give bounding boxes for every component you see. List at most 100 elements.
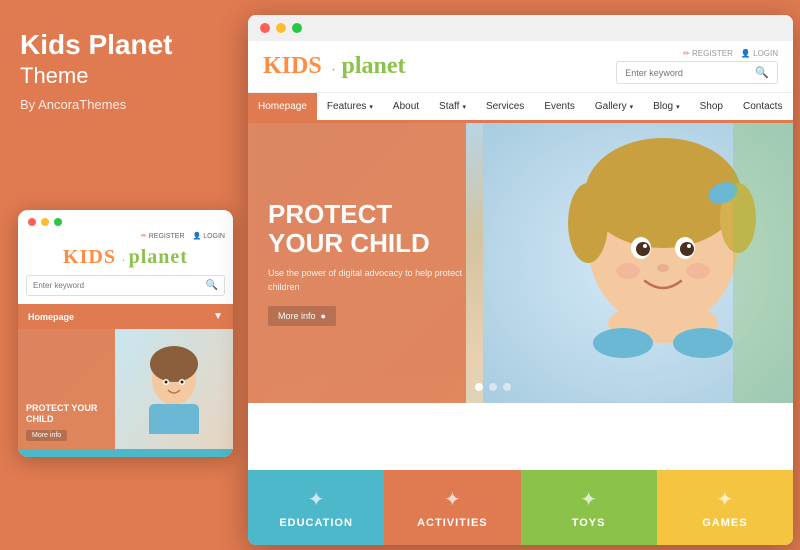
hero-dot-1[interactable] <box>475 383 483 391</box>
mobile-nav[interactable]: Homepage ▼ <box>18 304 233 329</box>
desktop-header-right: ✏ REGISTER 👤 LOGIN 🔍 <box>616 49 778 84</box>
nav-label-about: About <box>393 101 419 112</box>
nav-label-services: Services <box>486 101 524 112</box>
nav-item-features[interactable]: Features ▾ <box>317 93 383 120</box>
nav-label-blog: Blog <box>653 101 673 112</box>
dot-red <box>28 218 36 226</box>
brand-subtitle: Theme <box>20 63 230 89</box>
category-strip: ✦ EDUCATION ✦ ACTIVITIES ✦ TOYS ✦ GAMES <box>248 470 793 545</box>
mobile-hero-image <box>115 329 233 449</box>
desktop-login-label[interactable]: LOGIN <box>753 49 778 58</box>
desktop-search-input[interactable] <box>617 64 747 82</box>
blog-chevron-icon: ▾ <box>676 103 680 111</box>
desktop-register-label[interactable]: REGISTER <box>692 49 733 58</box>
nav-item-blog[interactable]: Blog ▾ <box>643 93 690 120</box>
mobile-hero-title: PROTECT YOUR CHILD <box>26 403 118 425</box>
activities-icon: ✦ <box>444 487 461 512</box>
category-toys[interactable]: ✦ TOYS <box>521 470 657 545</box>
nav-item-shop[interactable]: Shop <box>690 93 733 120</box>
hero-photo-area <box>466 123 793 403</box>
toys-icon: ✦ <box>580 487 597 512</box>
nav-label-shop: Shop <box>700 101 723 112</box>
nav-label-homepage: Homepage <box>258 101 307 112</box>
mobile-mockup: ✏ REGISTER 👤 LOGIN KIDS · planet 🔍 Homep… <box>18 210 233 457</box>
mobile-search-input[interactable] <box>27 277 200 294</box>
hero-dot-3[interactable] <box>503 383 511 391</box>
activities-label: ACTIVITIES <box>417 517 488 529</box>
child-svg <box>483 123 793 403</box>
desktop-search-button[interactable]: 🔍 <box>747 62 777 83</box>
hero-btn-dot-icon: ● <box>321 311 326 321</box>
staff-chevron-icon: ▾ <box>462 103 466 111</box>
desktop-top-bar <box>248 15 793 41</box>
mobile-search-button[interactable]: 🔍 <box>200 276 224 295</box>
hero-subtitle: Use the power of digital advocacy to hel… <box>268 267 473 294</box>
nav-item-homepage[interactable]: Homepage <box>248 93 317 120</box>
desktop-dot-yellow <box>276 23 286 33</box>
nav-label-contacts: Contacts <box>743 101 782 112</box>
desktop-dot-green <box>292 23 302 33</box>
mobile-hero-overlay: PROTECT YOUR CHILD More info <box>18 329 126 449</box>
hero-dot-2[interactable] <box>489 383 497 391</box>
mobile-logo: KIDS · planet <box>63 246 188 269</box>
education-label: EDUCATION <box>279 517 353 529</box>
mobile-footer-strip <box>18 449 233 457</box>
desktop-register-icon: ✏ REGISTER <box>683 49 733 58</box>
nav-item-services[interactable]: Services <box>476 93 534 120</box>
nav-label-features: Features <box>327 101 366 112</box>
category-games[interactable]: ✦ GAMES <box>657 470 793 545</box>
brand-title: Kids Planet <box>20 30 230 61</box>
games-icon: ✦ <box>716 487 733 512</box>
games-label: GAMES <box>702 517 747 529</box>
hero-btn-label: More info <box>278 311 316 321</box>
hero-title: PROTECT YOUR CHILD <box>268 200 473 257</box>
category-education[interactable]: ✦ EDUCATION <box>248 470 384 545</box>
nav-item-gallery[interactable]: Gallery ▾ <box>585 93 643 120</box>
desktop-register-links: ✏ REGISTER 👤 LOGIN <box>683 49 778 58</box>
desktop-logo-kids: KIDS <box>263 53 322 79</box>
mobile-hero: PROTECT YOUR CHILD More info <box>18 329 233 449</box>
mobile-register-label: REGISTER <box>149 233 185 240</box>
mobile-hero-btn[interactable]: More info <box>26 430 67 441</box>
hero-dots-indicator <box>475 383 511 391</box>
mobile-logo-kids: KIDS <box>63 246 116 268</box>
desktop-logo: KIDS · planet <box>263 53 406 80</box>
brand-title-line1: Kids Planet <box>20 29 172 60</box>
brand-author: By AncoraThemes <box>20 97 230 112</box>
desktop-nav: Homepage Features ▾ About Staff ▾ Servic… <box>248 93 793 123</box>
mobile-child-illustration <box>144 344 204 434</box>
dot-green <box>54 218 62 226</box>
mobile-logo-sep: · <box>122 256 129 265</box>
desktop-header: KIDS · planet ✏ REGISTER 👤 LOGIN 🔍 <box>248 41 793 93</box>
desktop-search-bar: 🔍 <box>616 61 778 84</box>
category-activities[interactable]: ✦ ACTIVITIES <box>384 470 520 545</box>
desktop-logo-planet: planet <box>342 53 406 79</box>
desktop-hero: PROTECT YOUR CHILD Use the power of digi… <box>248 123 793 403</box>
hero-overlay: PROTECT YOUR CHILD Use the power of digi… <box>248 123 493 403</box>
desktop-mockup: KIDS · planet ✏ REGISTER 👤 LOGIN 🔍 Homep… <box>248 15 793 545</box>
mobile-nav-label: Homepage <box>28 312 74 322</box>
gallery-chevron-icon: ▾ <box>630 103 634 111</box>
mobile-nav-chevron-icon: ▼ <box>213 311 223 322</box>
hero-more-info-button[interactable]: More info ● <box>268 306 336 326</box>
features-chevron-icon: ▾ <box>369 103 373 111</box>
dot-yellow <box>41 218 49 226</box>
nav-label-gallery: Gallery <box>595 101 627 112</box>
nav-item-about[interactable]: About <box>383 93 429 120</box>
mobile-top-bar <box>18 210 233 230</box>
mobile-register-bar: ✏ REGISTER 👤 LOGIN <box>18 230 233 242</box>
desktop-login-icon: 👤 LOGIN <box>741 49 778 58</box>
mobile-logo-area: KIDS · planet <box>18 242 233 275</box>
left-panel: Kids Planet Theme By AncoraThemes ✏ REGI… <box>0 0 250 550</box>
mobile-logo-planet: planet <box>129 246 188 268</box>
desktop-dot-red <box>260 23 270 33</box>
nav-item-staff[interactable]: Staff ▾ <box>429 93 476 120</box>
mobile-search-bar: 🔍 <box>26 275 225 296</box>
nav-item-contacts[interactable]: Contacts <box>733 93 792 120</box>
desktop-logo-sep: · <box>332 65 338 76</box>
child-illustration <box>466 123 793 403</box>
toys-label: TOYS <box>572 517 606 529</box>
mobile-login-label: LOGIN <box>203 233 225 240</box>
nav-label-staff: Staff <box>439 101 459 112</box>
nav-item-events[interactable]: Events <box>534 93 585 120</box>
